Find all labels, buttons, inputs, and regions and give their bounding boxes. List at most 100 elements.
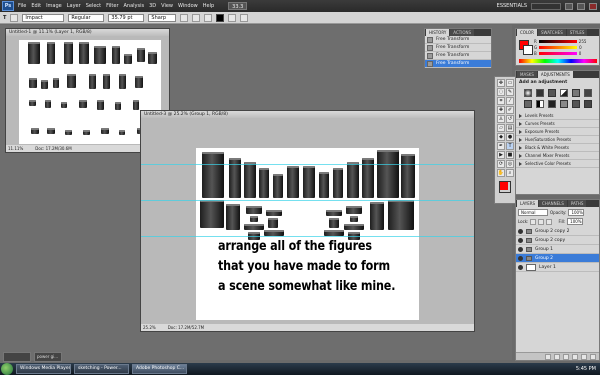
- menu-file[interactable]: File: [18, 3, 26, 9]
- layer-row-selected[interactable]: Group 2: [516, 254, 599, 263]
- quick-select-tool-icon[interactable]: ✎: [506, 88, 514, 96]
- levels-icon[interactable]: [536, 89, 544, 97]
- gradient-tool-icon[interactable]: ▤: [506, 124, 514, 132]
- visibility-eye-icon[interactable]: [518, 228, 523, 234]
- tab-swatches[interactable]: SWATCHES: [537, 29, 566, 36]
- red-value[interactable]: 255: [579, 39, 587, 44]
- photo-filter-icon[interactable]: [548, 100, 556, 108]
- tab-masks[interactable]: MASKS: [517, 71, 537, 78]
- path-select-tool-icon[interactable]: ▶: [497, 151, 505, 159]
- history-item[interactable]: Free Transform: [425, 52, 491, 60]
- lock-position-button[interactable]: [546, 218, 553, 225]
- layer-row[interactable]: Group 2 copy 2: [516, 227, 599, 236]
- posterize-icon[interactable]: [584, 100, 592, 108]
- taskbar-item[interactable]: Windows Media Player: [16, 364, 71, 374]
- layer-style-button[interactable]: [554, 353, 560, 360]
- search-input[interactable]: [531, 2, 561, 10]
- font-size-field[interactable]: 35.79 pt: [108, 13, 145, 22]
- layer-row[interactable]: Group 1: [516, 245, 599, 254]
- history-brush-tool-icon[interactable]: ↺: [506, 115, 514, 123]
- eraser-tool-icon[interactable]: ▱: [497, 124, 505, 132]
- lock-transparency-button[interactable]: [530, 218, 537, 225]
- dodge-tool-icon[interactable]: ●: [506, 133, 514, 141]
- 3d-orbit-tool-icon[interactable]: ◎: [506, 160, 514, 168]
- menu-analysis[interactable]: Analysis: [124, 3, 145, 9]
- tab-paths[interactable]: PATHS: [567, 200, 587, 207]
- type-tool-icon[interactable]: T: [506, 142, 514, 150]
- canvas-caption[interactable]: arrange all of the figures that you have…: [218, 237, 424, 297]
- invert-icon[interactable]: [572, 100, 580, 108]
- layer-row[interactable]: Layer 1: [516, 263, 599, 272]
- adjustment-preset-item[interactable]: Curves Presets: [516, 120, 599, 128]
- type-tool-icon[interactable]: T: [3, 15, 6, 21]
- minimized-window[interactable]: power gi...: [34, 352, 62, 362]
- menu-layer[interactable]: Layer: [67, 3, 81, 9]
- character-panel-button[interactable]: [240, 13, 249, 22]
- tab-adjustments[interactable]: ADJUSTMENTS: [537, 71, 573, 78]
- menu-view[interactable]: View: [161, 3, 173, 9]
- blend-mode-select[interactable]: Normal: [518, 209, 548, 216]
- channel-mixer-icon[interactable]: [560, 100, 568, 108]
- history-item[interactable]: Free Transform: [425, 44, 491, 52]
- clone-stamp-tool-icon[interactable]: ♙: [497, 115, 505, 123]
- curves-icon[interactable]: [548, 89, 556, 97]
- new-layer-button[interactable]: [581, 353, 587, 360]
- tab-history[interactable]: HISTORY: [426, 29, 450, 36]
- menu-select[interactable]: Select: [86, 3, 101, 9]
- foreground-color-swatch[interactable]: [499, 181, 511, 193]
- fill-field[interactable]: 100%: [567, 218, 584, 225]
- document-1-zoom[interactable]: 11.11%: [8, 145, 23, 152]
- blue-slider[interactable]: [538, 51, 577, 55]
- green-value[interactable]: 0: [579, 45, 582, 50]
- document-window-2[interactable]: Untitled-3 @ 25.2% (Group 1, RGB/8) 25.2…: [140, 110, 475, 332]
- guide-line[interactable]: [141, 200, 474, 201]
- minimize-button[interactable]: [565, 2, 573, 10]
- maximize-button[interactable]: [577, 2, 585, 10]
- close-button[interactable]: [589, 2, 597, 10]
- marquee-tool-icon[interactable]: ▭: [506, 79, 514, 87]
- brush-tool-icon[interactable]: ✐: [506, 106, 514, 114]
- adjustment-preset-item[interactable]: Channel Mixer Presets: [516, 152, 599, 160]
- adjustment-preset-item[interactable]: Hue/Saturation Presets: [516, 136, 599, 144]
- layer-row[interactable]: Group 2 copy: [516, 236, 599, 245]
- red-slider[interactable]: [538, 39, 577, 43]
- black-white-icon[interactable]: [536, 100, 544, 108]
- blue-value[interactable]: 0: [579, 51, 582, 56]
- warp-text-button[interactable]: [228, 13, 237, 22]
- align-left-button[interactable]: [180, 13, 189, 22]
- brightness-icon[interactable]: [524, 89, 532, 97]
- antialias-field[interactable]: Sharp: [148, 13, 177, 22]
- menu-image[interactable]: Image: [46, 3, 62, 9]
- lock-image-button[interactable]: [538, 218, 545, 225]
- hue-saturation-icon[interactable]: [584, 89, 592, 97]
- menu-edit[interactable]: Edit: [31, 3, 41, 9]
- adjustment-preset-item[interactable]: Selective Color Presets: [516, 160, 599, 168]
- document-2-title[interactable]: Untitled-3 @ 25.2% (Group 1, RGB/8): [141, 111, 474, 118]
- taskbar-item[interactable]: Adobe Photoshop C...: [132, 364, 187, 374]
- healing-tool-icon[interactable]: ✚: [497, 106, 505, 114]
- 3d-rotate-tool-icon[interactable]: ⟳: [497, 160, 505, 168]
- hand-tool-icon[interactable]: ✋: [497, 169, 505, 177]
- tab-layers[interactable]: LAYERS: [517, 200, 539, 207]
- pen-tool-icon[interactable]: ✒: [497, 142, 505, 150]
- shape-tool-icon[interactable]: ■: [506, 151, 514, 159]
- align-center-button[interactable]: [192, 13, 201, 22]
- visibility-eye-icon[interactable]: [518, 255, 523, 261]
- menu-window[interactable]: Window: [178, 3, 198, 9]
- menu-3d[interactable]: 3D: [149, 3, 156, 9]
- text-color-swatch[interactable]: [216, 13, 225, 22]
- start-button[interactable]: [1, 363, 13, 375]
- adjustment-preset-item[interactable]: Black & White Presets: [516, 144, 599, 152]
- text-orientation-button[interactable]: [10, 13, 19, 22]
- visibility-eye-icon[interactable]: [518, 237, 523, 243]
- exposure-icon[interactable]: [560, 89, 568, 97]
- visibility-eye-icon[interactable]: [518, 264, 523, 270]
- workspace-switcher[interactable]: ESSENTIALS: [497, 3, 527, 9]
- eyedropper-tool-icon[interactable]: ⁄: [506, 97, 514, 105]
- zoom-level-select[interactable]: 33.3: [228, 2, 248, 10]
- new-group-button[interactable]: [572, 353, 578, 360]
- menu-filter[interactable]: Filter: [106, 3, 118, 9]
- color-bg-swatch[interactable]: [523, 45, 533, 55]
- document-1-title[interactable]: Untitled-1 @ 11.1% (Layer 1, RGB/8): [6, 29, 169, 36]
- blur-tool-icon[interactable]: ◆: [497, 133, 505, 141]
